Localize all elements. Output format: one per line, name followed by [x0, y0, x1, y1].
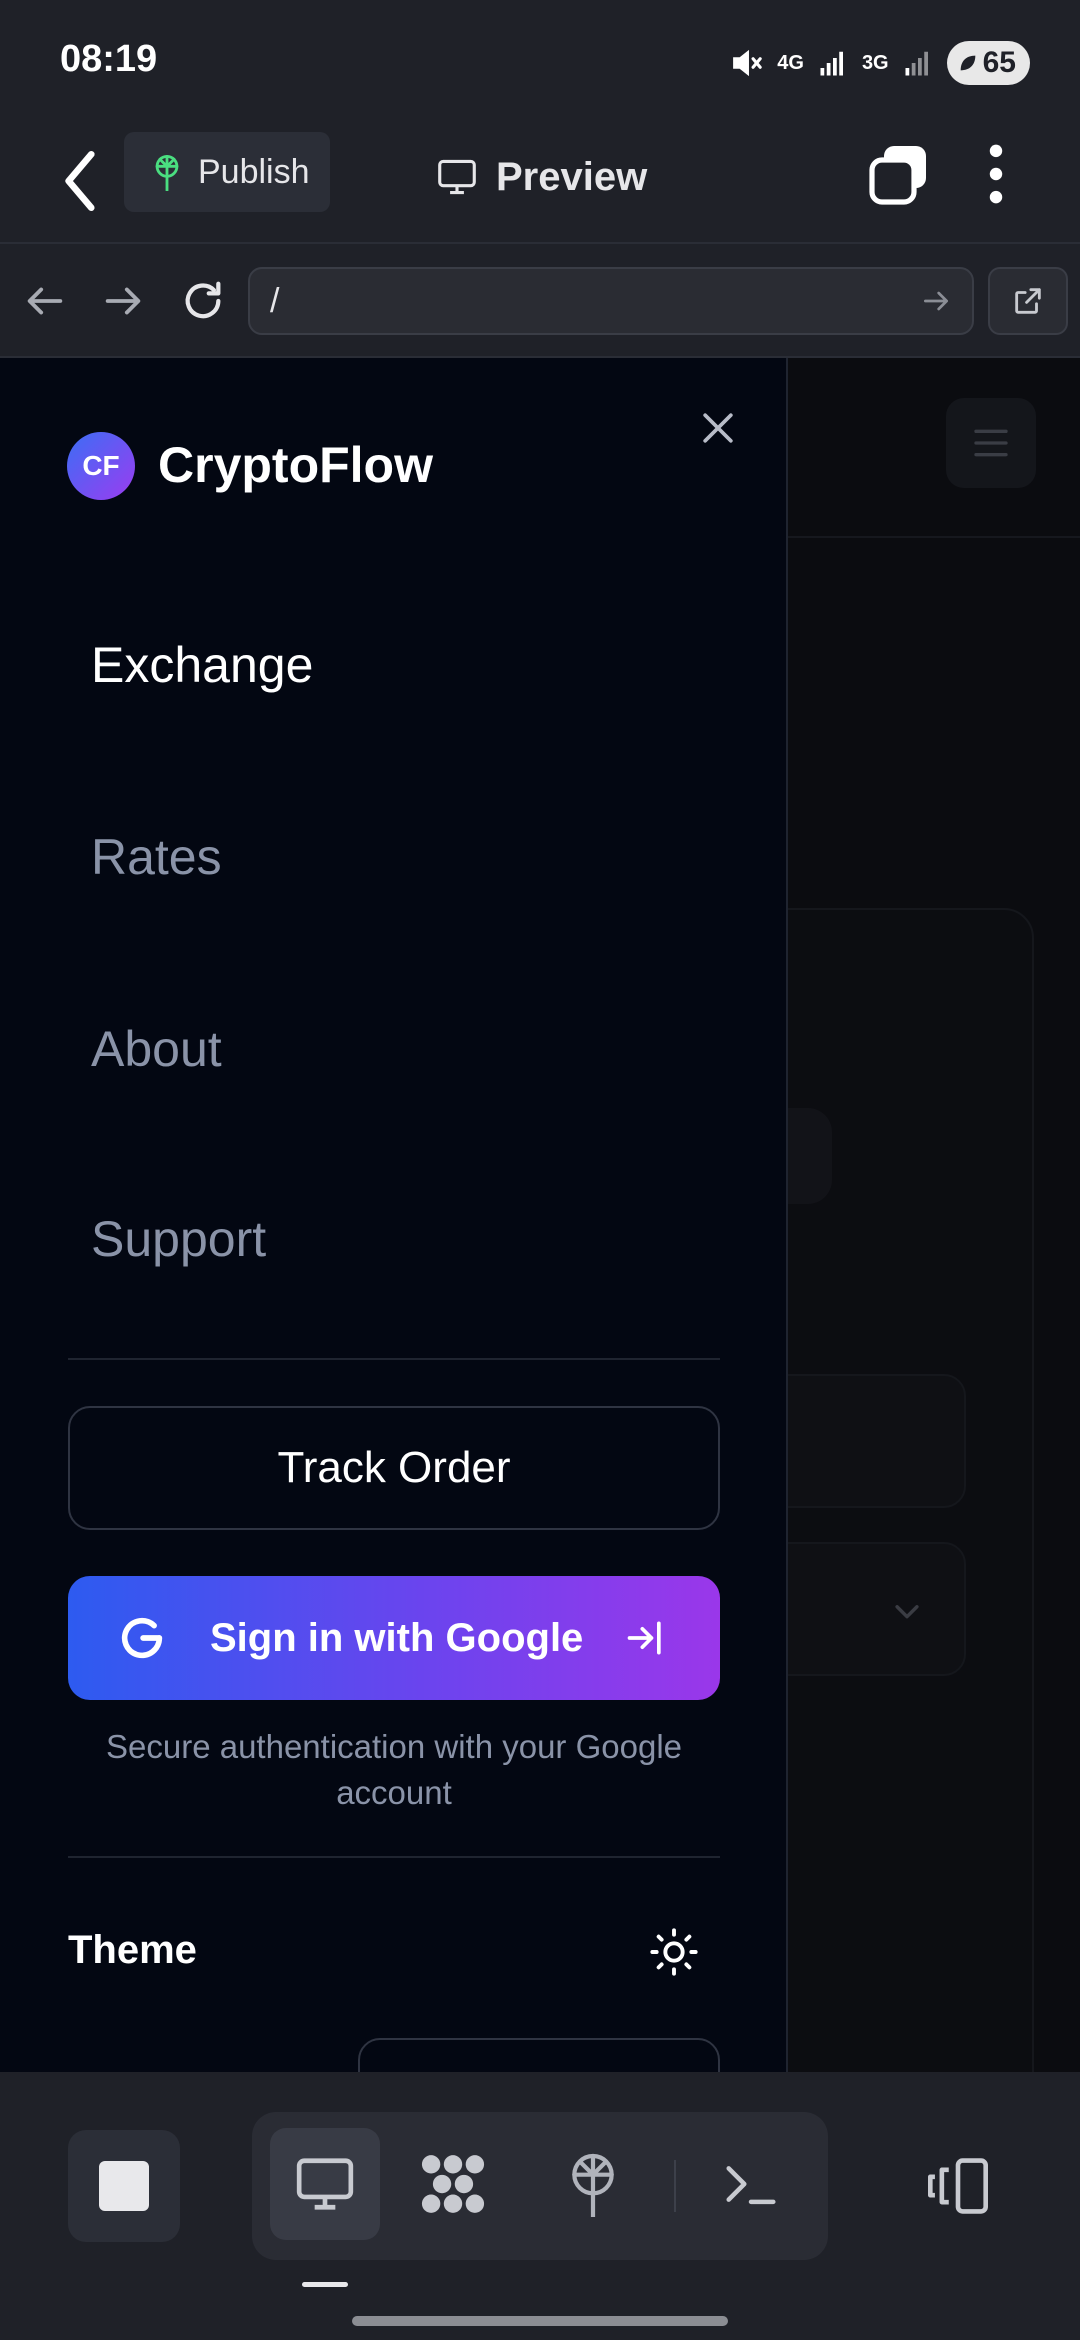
- terminal-icon: [726, 2166, 776, 2205]
- nav-link-rates[interactable]: Rates: [91, 828, 222, 886]
- sun-icon[interactable]: [648, 1926, 700, 1978]
- theme-option-button[interactable]: [358, 2038, 720, 2072]
- external-link-icon: [1015, 288, 1041, 314]
- track-order-label: Track Order: [277, 1443, 511, 1492]
- logo-initials: CF: [82, 450, 120, 481]
- tabs-icon[interactable]: [866, 142, 930, 206]
- reload-icon[interactable]: [180, 278, 226, 324]
- signal-icon: [820, 51, 843, 76]
- antenna-tree-icon: [155, 155, 179, 191]
- stop-icon: [99, 2161, 149, 2211]
- arrow-left-icon[interactable]: [22, 278, 68, 324]
- antenna-tree-icon: [572, 2153, 614, 2217]
- status-time: 08:19: [60, 38, 158, 80]
- google-signin-button[interactable]: Sign in with Google: [68, 1576, 720, 1700]
- chevron-left-icon[interactable]: [56, 146, 106, 216]
- tool-publish[interactable]: [538, 2128, 648, 2240]
- battery-level: 65: [982, 46, 1016, 79]
- network-type-3g: 3G: [861, 51, 889, 74]
- signal-icon-2: [905, 51, 928, 76]
- monitor-icon: [296, 2158, 354, 2210]
- nav-link-about[interactable]: About: [91, 1020, 222, 1078]
- browser-toolbar: /: [0, 244, 1080, 358]
- tool-terminal[interactable]: [696, 2128, 806, 2240]
- home-indicator[interactable]: [352, 2316, 728, 2326]
- close-icon[interactable]: [696, 406, 740, 450]
- url-input[interactable]: /: [248, 267, 974, 335]
- hamburger-icon: [974, 429, 1008, 457]
- nav-link-exchange[interactable]: Exchange: [91, 636, 313, 694]
- device-toggle-button[interactable]: [918, 2130, 998, 2242]
- secure-auth-note: Secure authentication with your Google a…: [105, 1728, 683, 1811]
- logo-badge: CF: [67, 432, 135, 500]
- mute-icon: [733, 49, 762, 77]
- brand-name: CryptoFlow: [158, 437, 433, 493]
- publish-label: Publish: [198, 152, 310, 191]
- divider: [68, 1358, 720, 1360]
- track-order-button[interactable]: Track Order: [68, 1406, 720, 1530]
- leaf-icon: [960, 55, 975, 71]
- google-signin-label: Sign in with Google: [210, 1616, 584, 1660]
- arrow-right-icon[interactable]: [100, 278, 146, 324]
- toolbar-separator: [674, 2160, 676, 2212]
- theme-label: Theme: [68, 1928, 197, 1972]
- more-vertical-icon[interactable]: [978, 142, 1014, 206]
- monitor-icon: [438, 159, 476, 195]
- chevron-down-icon: [895, 1605, 919, 1619]
- hamburger-menu-button[interactable]: [946, 398, 1036, 488]
- open-external-button[interactable]: [988, 267, 1068, 335]
- sign-in-arrow-icon: [627, 1621, 661, 1655]
- status-bar: 08:19 4G 3G 65: [0, 0, 1080, 120]
- bottom-toolbar: [0, 2072, 1080, 2340]
- tool-integrations[interactable]: [398, 2128, 508, 2240]
- modules-icon: [421, 2155, 485, 2213]
- nav-drawer: CF CryptoFlow Exchange Rates About Suppo…: [0, 358, 788, 2072]
- network-type-4g: 4G: [777, 51, 804, 74]
- tool-group: [252, 2112, 828, 2260]
- devices-icon: [928, 2158, 988, 2214]
- app-header: Publish Preview: [0, 120, 1080, 244]
- active-tab-indicator: [302, 2282, 348, 2287]
- stop-button[interactable]: [68, 2130, 180, 2242]
- tool-preview[interactable]: [270, 2128, 380, 2240]
- battery-indicator: 65: [946, 41, 1030, 85]
- divider-2: [68, 1856, 720, 1858]
- url-text: /: [270, 281, 280, 320]
- go-arrow-icon[interactable]: [920, 285, 952, 317]
- preview-toggle[interactable]: Preview: [436, 142, 647, 212]
- publish-button[interactable]: Publish: [124, 132, 330, 212]
- preview-label: Preview: [496, 154, 648, 199]
- google-g-icon: [121, 1617, 163, 1659]
- status-icons: 4G 3G 65: [729, 40, 1030, 86]
- nav-link-support[interactable]: Support: [91, 1210, 266, 1268]
